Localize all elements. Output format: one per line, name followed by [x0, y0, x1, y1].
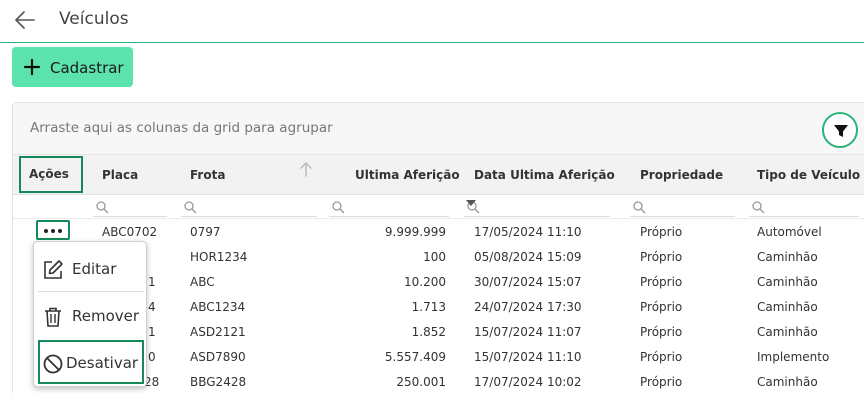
menu-item-label: Remover: [72, 307, 140, 325]
plus-icon: [23, 58, 41, 76]
block-icon: [43, 354, 63, 374]
cell-ultima-afericao: 9.999.999: [384, 225, 446, 239]
cell-frota: BBG2428: [190, 375, 247, 389]
column-header-propriedade[interactable]: Propriedade: [640, 168, 723, 182]
filter-input-data-ultima-afericao[interactable]: [464, 197, 610, 217]
cell-data-ultima-afericao: 17/07/2024 10:02: [474, 375, 582, 389]
filter-input-propriedade[interactable]: [630, 197, 735, 217]
cell-frota: ABC: [190, 275, 215, 289]
cell-data-ultima-afericao: 15/07/2024 11:07: [474, 325, 582, 339]
filter-row: [13, 195, 864, 219]
cell-tipo-veiculo: Implemento: [757, 350, 830, 364]
cell-frota: 0797: [190, 225, 221, 239]
row-actions-button[interactable]: [36, 220, 70, 240]
filter-input-ultima-afericao[interactable]: [329, 197, 449, 217]
menu-item-label: Desativar: [66, 354, 139, 372]
cell-propriedade: Próprio: [640, 250, 683, 264]
cell-data-ultima-afericao: 17/05/2024 11:10: [474, 225, 582, 239]
group-panel[interactable]: Arraste aqui as colunas da grid para agr…: [13, 103, 864, 155]
cell-data-ultima-afericao: 15/07/2024 11:10: [474, 350, 582, 364]
cell-frota: ASD2121: [190, 325, 246, 339]
row-actions-menu: Editar Remover Desativar: [33, 241, 147, 387]
cell-ultima-afericao: 1.713: [411, 300, 446, 314]
column-header-tipo-veiculo[interactable]: Tipo de Veículo: [757, 168, 860, 182]
cell-propriedade: Próprio: [640, 300, 683, 314]
search-icon: [332, 201, 345, 214]
cell-ultima-afericao: 1.852: [411, 325, 446, 339]
column-header-acoes[interactable]: Ações: [19, 156, 83, 193]
cell-propriedade: Próprio: [640, 375, 683, 389]
cell-data-ultima-afericao: 05/08/2024 15:09: [474, 250, 582, 264]
cell-data-ultima-afericao: 24/07/2024 17:30: [474, 300, 582, 314]
menu-divider: [38, 291, 144, 292]
menu-item-desativar[interactable]: Desativar: [38, 340, 144, 384]
trash-icon: [45, 307, 61, 327]
cell-placa: 1: [148, 275, 156, 289]
cell-tipo-veiculo: Caminhão: [757, 250, 818, 264]
add-vehicle-button[interactable]: Cadastrar: [12, 47, 133, 87]
cell-placa: 0: [148, 350, 156, 364]
cell-data-ultima-afericao: 30/07/2024 15:07: [474, 275, 582, 289]
column-header-frota[interactable]: Frota: [190, 168, 225, 182]
search-icon: [96, 201, 109, 214]
filter-input-frota[interactable]: [181, 197, 317, 217]
filter-button[interactable]: [822, 112, 858, 148]
cell-propriedade: Próprio: [640, 275, 683, 289]
column-header-data-ultima-afericao[interactable]: Data Ultima Aferição: [474, 168, 615, 182]
column-header-placa[interactable]: Placa: [102, 168, 138, 182]
cell-ultima-afericao: 5.557.409: [384, 350, 446, 364]
cell-placa: 1: [148, 325, 156, 339]
filter-icon: [834, 125, 848, 137]
menu-item-remover[interactable]: Remover: [34, 293, 148, 339]
cell-ultima-afericao: 10.200: [404, 275, 446, 289]
group-panel-text: Arraste aqui as colunas da grid para agr…: [30, 120, 333, 136]
filter-input-tipo-veiculo[interactable]: [749, 197, 859, 217]
cell-propriedade: Próprio: [640, 225, 683, 239]
page-title: Veículos: [59, 9, 129, 29]
cell-tipo-veiculo: Caminhão: [757, 300, 818, 314]
menu-item-editar[interactable]: Editar: [34, 246, 148, 292]
cell-ultima-afericao: 100: [423, 250, 446, 264]
cell-tipo-veiculo: Caminhão: [757, 375, 818, 389]
back-arrow-icon[interactable]: [12, 8, 38, 32]
cell-placa: 4: [148, 300, 156, 314]
cell-frota: ASD7890: [190, 350, 246, 364]
menu-item-label: Editar: [72, 260, 117, 278]
cell-propriedade: Próprio: [640, 325, 683, 339]
column-header-ultima-afericao[interactable]: Ultima Aferição: [355, 168, 460, 182]
cell-frota: ABC1234: [190, 300, 246, 314]
cell-tipo-veiculo: Caminhão: [757, 275, 818, 289]
cell-ultima-afericao: 250.001: [396, 375, 446, 389]
filter-input-placa[interactable]: [93, 197, 167, 217]
search-icon: [633, 201, 646, 214]
cell-placa: ABC0702: [102, 225, 158, 239]
cell-frota: HOR1234: [190, 250, 248, 264]
add-vehicle-label: Cadastrar: [50, 59, 124, 77]
search-icon: [752, 201, 765, 214]
cell-propriedade: Próprio: [640, 350, 683, 364]
dropdown-caret-icon[interactable]: [466, 200, 476, 206]
edit-icon: [44, 260, 63, 279]
search-icon: [184, 201, 197, 214]
column-label-acoes: Ações: [29, 167, 69, 181]
top-bar: Veículos: [0, 0, 864, 43]
cell-tipo-veiculo: Automóvel: [757, 225, 822, 239]
cell-tipo-veiculo: Caminhão: [757, 325, 818, 339]
grid-header: Ações Placa Frota Ultima Aferição Data U…: [13, 155, 864, 195]
sort-arrow-icon[interactable]: [299, 161, 313, 177]
